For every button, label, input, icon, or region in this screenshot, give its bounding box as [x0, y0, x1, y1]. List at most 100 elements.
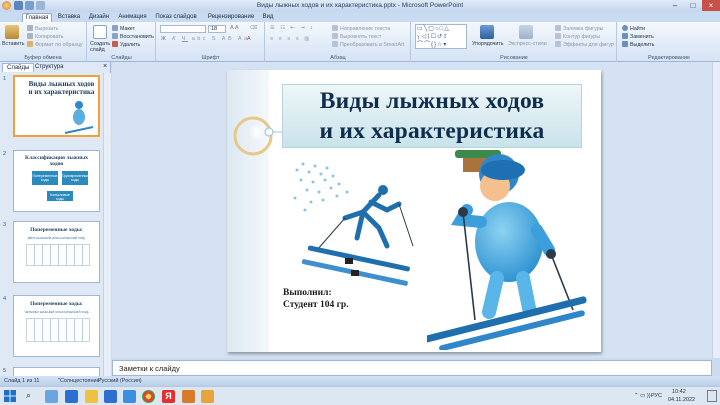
tab-outline[interactable]: Структура [31, 63, 67, 72]
thumb-title: Виды лыжных ходов и их характеристика [28, 80, 95, 96]
slide-thumbnail-4[interactable]: Попеременные ходы: ЧЕТЫРЁХ ШАЖНЫЙ (КЛАСС… [13, 295, 100, 357]
task-view-icon[interactable] [45, 390, 58, 403]
windows-start-icon[interactable] [4, 390, 16, 402]
skier-illustration [64, 101, 94, 134]
scissors-icon [27, 25, 33, 31]
slide-scrollbar[interactable] [712, 62, 720, 358]
tab-insert[interactable]: Вставка [55, 13, 83, 22]
thumb-number: 5 [3, 368, 7, 374]
tab-slideshow[interactable]: Показ слайдов [152, 13, 200, 22]
tab-view[interactable]: Вид [260, 13, 276, 22]
slide-title-line-2: и их характеристика [319, 118, 545, 144]
list-buttons[interactable]: ☰ ☷ ⇤ ⇥ ↕ [270, 25, 315, 31]
new-slide-button[interactable]: Создать слайд [90, 41, 112, 53]
layout-button[interactable]: Макет [112, 25, 135, 32]
slide-thumbnail-5[interactable] [13, 367, 100, 376]
grow-font-icon[interactable]: A A [230, 25, 239, 31]
thumb-figures [26, 244, 90, 266]
slide-1[interactable]: Виды лыжных ходов и их характеристика Вы… [227, 70, 601, 352]
tab-review[interactable]: Рецензирование [203, 13, 259, 22]
paste-button[interactable]: Вставить [2, 41, 24, 47]
thumb-title: Попеременные ходы: [30, 227, 83, 233]
format-painter-button[interactable]: Формат по образцу [27, 41, 83, 48]
paragraph-group: ☰ ☷ ⇤ ⇥ ↕ ≡ ≡ ≡ ≡ ▥ Направление текста В… [266, 22, 411, 62]
thumb-number: 2 [3, 151, 7, 157]
cut-button[interactable]: Вырезать [27, 25, 59, 32]
file-explorer-icon[interactable] [85, 390, 98, 403]
close-pane-icon[interactable]: × [103, 63, 107, 70]
replace-button[interactable]: Заменить [622, 33, 654, 40]
effects-icon [555, 41, 561, 47]
store-icon[interactable] [104, 390, 117, 403]
theme-name: "Солнцестояние" [58, 378, 102, 384]
slide-thumbnail-2[interactable]: Классификация лыжных ходов Попеременные … [13, 150, 100, 212]
slide-counter: Слайд 1 из 11 [4, 378, 40, 384]
chrome-icon[interactable] [142, 390, 155, 403]
reset-icon [112, 33, 118, 39]
app-icon[interactable] [201, 390, 214, 403]
quick-styles-button[interactable]: Экспресс-стили [508, 41, 547, 47]
author-caption[interactable]: Выполнил: Студент 104 гр. [283, 287, 349, 311]
replace-icon [622, 33, 628, 39]
author-line-1: Выполнил: [283, 288, 332, 298]
layout-icon [112, 25, 118, 31]
thumb-number: 1 [3, 76, 7, 82]
outline-icon [555, 33, 561, 39]
shapes-gallery[interactable]: ▭╲▢○□△ ╮◁⟨☐↺⇧ ⌒⌒{}☆▾ [415, 24, 467, 49]
clear-format-icon[interactable]: ⌫ [250, 25, 258, 31]
yandex-browser-icon[interactable]: Я [162, 390, 175, 403]
notifications-icon[interactable] [707, 390, 717, 402]
reset-button[interactable]: Восстановить [112, 33, 154, 40]
clock-date[interactable]: 04.11.2022 [668, 397, 695, 403]
font-style-buttons[interactable]: Ж К Ч abc S АВ Аа [161, 36, 250, 42]
window-title: Виды лыжных ходов и их характеристика.pp… [256, 2, 464, 9]
arrange-icon[interactable] [480, 25, 494, 39]
arrange-button[interactable]: Упорядочить [472, 41, 504, 47]
windows-taskbar: ⌕ Я ⌃ ▭ )) РУС 10:42 04.11.2022 [0, 386, 720, 405]
thumb-title: Попеременные ходы: [30, 301, 83, 307]
mail-icon[interactable] [123, 390, 136, 403]
new-slide-icon[interactable] [93, 25, 107, 39]
slides-pane-scrollbar[interactable] [103, 73, 111, 376]
smartart-button[interactable]: Преобразовать в SmartArt [332, 41, 404, 48]
align-text-button[interactable]: Выровнять текст [332, 33, 381, 40]
copy-button[interactable]: Копировать [27, 33, 64, 40]
paste-icon[interactable] [5, 25, 19, 39]
slide-title-box[interactable]: Виды лыжных ходов и их характеристика [282, 84, 582, 148]
maximize-button[interactable]: □ [684, 0, 702, 11]
shape-fill-button[interactable]: Заливка фигуры [555, 25, 603, 32]
shape-effects-button[interactable]: Эффекты для фигур [555, 41, 614, 48]
font-label: Шрифт [201, 55, 220, 61]
font-group: 18 A A ⌫ Ж К Ч abc S АВ Аа A Шрифт [157, 22, 265, 62]
tab-home[interactable]: Главная [22, 13, 52, 22]
align-buttons[interactable]: ≡ ≡ ≡ ≡ ▥ [270, 36, 311, 42]
slide-thumbnail-1[interactable]: Виды лыжных ходов и их характеристика [13, 75, 100, 137]
font-size-select[interactable]: 18 [208, 25, 226, 33]
quick-styles-icon[interactable] [519, 25, 533, 39]
select-button[interactable]: Выделить [622, 41, 654, 48]
minimize-button[interactable]: – [666, 0, 684, 11]
text-direction-button[interactable]: Направление текста [332, 25, 390, 32]
tab-animation[interactable]: Анимация [115, 13, 150, 22]
drawing-group: ▭╲▢○□△ ╮◁⟨☐↺⇧ ⌒⌒{}☆▾ Упорядочить Экспресс-… [412, 22, 617, 62]
font-color-icon[interactable]: A [247, 36, 251, 42]
input-language[interactable]: РУС [651, 393, 662, 399]
powerpoint-taskbar-icon[interactable] [182, 390, 195, 403]
edge-icon[interactable] [65, 390, 78, 403]
slide-thumbnail-3[interactable]: Попеременные ходы: ДВУХ ШАЖНЫЙ (КЛАССИЧЕ… [13, 221, 100, 283]
notes-pane[interactable]: Заметки к слайду [112, 360, 712, 376]
font-name-select[interactable] [160, 25, 206, 33]
tab-design[interactable]: Дизайн [85, 13, 113, 22]
clock-time[interactable]: 10:42 [672, 389, 686, 395]
clipboard-label: Буфер обмена [24, 55, 62, 61]
tray-icons[interactable]: ⌃ ▭ )) [634, 393, 651, 399]
tab-slides[interactable]: Слайды [2, 63, 35, 72]
close-button[interactable]: × [702, 0, 720, 11]
smartart-icon [332, 41, 338, 47]
search-icon[interactable]: ⌕ [26, 390, 31, 401]
slide-title-line-1: Виды лыжных ходов [319, 88, 545, 114]
language-status[interactable]: Русский (Россия) [98, 376, 142, 386]
shape-outline-button[interactable]: Контур фигуры [555, 33, 600, 40]
find-button[interactable]: Найти [622, 25, 645, 32]
delete-slide-button[interactable]: Удалить [112, 41, 140, 48]
